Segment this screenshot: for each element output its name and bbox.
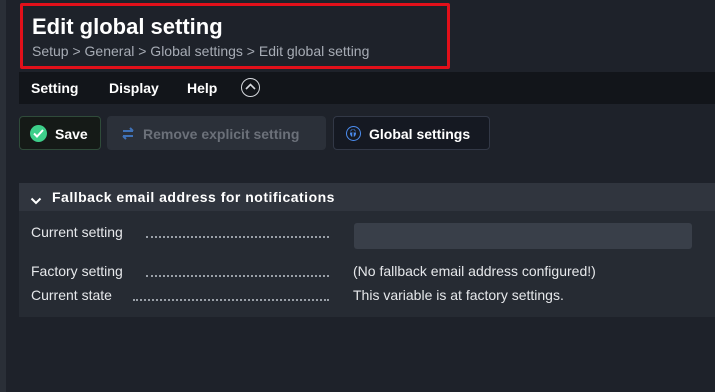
remove-explicit-setting-button[interactable]: Remove explicit setting <box>107 116 326 150</box>
current-state-value: This variable is at factory settings. <box>353 287 564 303</box>
leader-dots <box>146 235 329 238</box>
left-sidebar-strip <box>0 0 6 392</box>
save-label: Save <box>55 126 88 142</box>
current-setting-field[interactable] <box>354 223 692 249</box>
factory-setting-value: (No fallback email address configured!) <box>353 263 596 279</box>
page-header-highlight: Edit global setting Setup > General > Gl… <box>20 3 450 69</box>
swap-arrows-icon <box>121 126 135 144</box>
leader-dots <box>133 298 329 301</box>
menu-display[interactable]: Display <box>109 80 159 96</box>
current-setting-label: Current setting <box>31 224 123 240</box>
leader-dots <box>146 274 329 277</box>
global-settings-button[interactable]: Global settings <box>333 116 490 150</box>
section-title: Fallback email address for notifications <box>52 189 335 205</box>
chevron-down-icon[interactable] <box>30 192 42 210</box>
menu-setting[interactable]: Setting <box>31 80 78 96</box>
menu-bar: Setting Display Help <box>19 72 715 104</box>
section-header[interactable]: Fallback email address for notifications <box>19 183 715 211</box>
factory-setting-label: Factory setting <box>31 263 123 279</box>
breadcrumb[interactable]: Setup > General > Global settings > Edit… <box>32 43 369 59</box>
chevron-up-icon[interactable] <box>241 78 260 97</box>
save-button[interactable]: Save <box>19 116 101 150</box>
page-title: Edit global setting <box>32 14 223 39</box>
global-settings-label: Global settings <box>369 126 471 142</box>
checkmark-icon <box>30 125 47 142</box>
arrow-up-circle-icon <box>346 126 361 141</box>
remove-label: Remove explicit setting <box>143 126 300 142</box>
settings-panel: Fallback email address for notifications… <box>19 183 715 317</box>
menu-help[interactable]: Help <box>187 80 217 96</box>
current-state-label: Current state <box>31 287 112 303</box>
